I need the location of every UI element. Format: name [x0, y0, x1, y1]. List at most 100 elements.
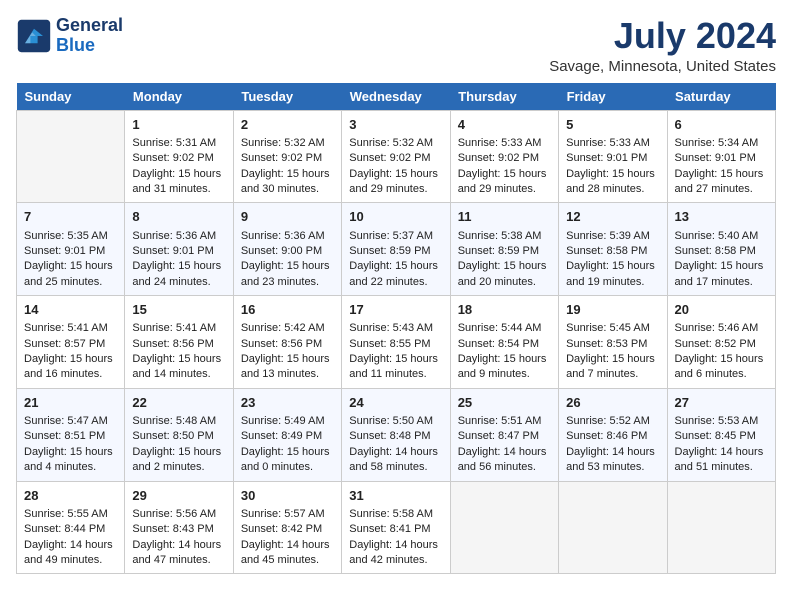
calendar-week-row: 14 Sunrise: 5:41 AMSunset: 8:57 PMDayligh… [17, 296, 776, 389]
day-number: 18 [458, 301, 551, 319]
cell-info: Sunrise: 5:31 AMSunset: 9:02 PMDaylight:… [132, 137, 221, 195]
cell-info: Sunrise: 5:49 AMSunset: 8:49 PMDaylight:… [241, 415, 330, 473]
day-number: 4 [458, 116, 551, 134]
calendar-cell: 12 Sunrise: 5:39 AMSunset: 8:58 PMDayligh… [559, 203, 667, 296]
day-number: 22 [132, 394, 225, 412]
calendar-cell: 13 Sunrise: 5:40 AMSunset: 8:58 PMDayligh… [667, 203, 775, 296]
day-number: 14 [24, 301, 117, 319]
cell-info: Sunrise: 5:33 AMSunset: 9:01 PMDaylight:… [566, 137, 655, 195]
day-number: 8 [132, 208, 225, 226]
logo-icon [16, 18, 52, 54]
calendar-cell: 24 Sunrise: 5:50 AMSunset: 8:48 PMDayligh… [342, 388, 450, 481]
calendar-cell: 11 Sunrise: 5:38 AMSunset: 8:59 PMDayligh… [450, 203, 558, 296]
calendar-cell: 18Sunrise: 5:44 AMSunset: 8:54 PMDayligh… [450, 296, 558, 389]
cell-info: Sunrise: 5:34 AMSunset: 9:01 PMDaylight:… [675, 137, 764, 195]
weekday-header-row: SundayMondayTuesdayWednesdayThursdayFrid… [17, 83, 776, 111]
calendar-cell: 17Sunrise: 5:43 AMSunset: 8:55 PMDayligh… [342, 296, 450, 389]
calendar-cell: 27 Sunrise: 5:53 AMSunset: 8:45 PMDayligh… [667, 388, 775, 481]
cell-info: Sunrise: 5:39 AMSunset: 8:58 PMDaylight:… [566, 230, 655, 288]
day-number: 10 [349, 208, 442, 226]
weekday-header: Tuesday [233, 83, 341, 111]
calendar-cell: 14 Sunrise: 5:41 AMSunset: 8:57 PMDayligh… [17, 296, 125, 389]
calendar-cell: 15 Sunrise: 5:41 AMSunset: 8:56 PMDayligh… [125, 296, 233, 389]
day-number: 28 [24, 487, 117, 505]
cell-info: Sunrise: 5:38 AMSunset: 8:59 PMDaylight:… [458, 230, 547, 288]
logo-text: General Blue [56, 16, 123, 56]
day-number: 13 [675, 208, 768, 226]
day-number: 20 [675, 301, 768, 319]
weekday-header: Monday [125, 83, 233, 111]
cell-info: Sunrise: 5:51 AMSunset: 8:47 PMDaylight:… [458, 415, 547, 473]
day-number: 6 [675, 116, 768, 134]
cell-info: Sunrise: 5:58 AMSunset: 8:41 PMDaylight:… [349, 508, 438, 566]
day-number: 12 [566, 208, 659, 226]
weekday-header: Friday [559, 83, 667, 111]
calendar-cell: 7 Sunrise: 5:35 AMSunset: 9:01 PMDaylight… [17, 203, 125, 296]
calendar-cell: 21Sunrise: 5:47 AMSunset: 8:51 PMDayligh… [17, 388, 125, 481]
calendar-cell [559, 481, 667, 574]
cell-info: Sunrise: 5:57 AMSunset: 8:42 PMDaylight:… [241, 508, 330, 566]
day-number: 24 [349, 394, 442, 412]
calendar-cell: 6 Sunrise: 5:34 AMSunset: 9:01 PMDaylight… [667, 110, 775, 203]
logo: General Blue [16, 16, 123, 56]
calendar-cell: 30 Sunrise: 5:57 AMSunset: 8:42 PMDayligh… [233, 481, 341, 574]
cell-info: Sunrise: 5:36 AMSunset: 9:00 PMDaylight:… [241, 230, 330, 288]
weekday-header: Saturday [667, 83, 775, 111]
calendar-cell: 2Sunrise: 5:32 AMSunset: 9:02 PMDaylight… [233, 110, 341, 203]
calendar-cell [450, 481, 558, 574]
calendar-cell: 25Sunrise: 5:51 AMSunset: 8:47 PMDayligh… [450, 388, 558, 481]
day-number: 2 [241, 116, 334, 134]
day-number: 29 [132, 487, 225, 505]
day-number: 11 [458, 208, 551, 226]
day-number: 16 [241, 301, 334, 319]
cell-info: Sunrise: 5:40 AMSunset: 8:58 PMDaylight:… [675, 230, 764, 288]
title-block: July 2024 Savage, Minnesota, United Stat… [549, 16, 776, 75]
cell-info: Sunrise: 5:37 AMSunset: 8:59 PMDaylight:… [349, 230, 438, 288]
cell-info: Sunrise: 5:36 AMSunset: 9:01 PMDaylight:… [132, 230, 221, 288]
cell-info: Sunrise: 5:42 AMSunset: 8:56 PMDaylight:… [241, 322, 330, 380]
calendar-week-row: 21Sunrise: 5:47 AMSunset: 8:51 PMDayligh… [17, 388, 776, 481]
cell-info: Sunrise: 5:41 AMSunset: 8:57 PMDaylight:… [24, 322, 113, 380]
day-number: 7 [24, 208, 117, 226]
calendar-cell: 31 Sunrise: 5:58 AMSunset: 8:41 PMDayligh… [342, 481, 450, 574]
day-number: 30 [241, 487, 334, 505]
location-text: Savage, Minnesota, United States [549, 58, 776, 75]
cell-info: Sunrise: 5:33 AMSunset: 9:02 PMDaylight:… [458, 137, 547, 195]
calendar-cell: 19Sunrise: 5:45 AMSunset: 8:53 PMDayligh… [559, 296, 667, 389]
weekday-header: Wednesday [342, 83, 450, 111]
page-header: General Blue July 2024 Savage, Minnesota… [16, 16, 776, 75]
calendar-cell: 3Sunrise: 5:32 AMSunset: 9:02 PMDaylight… [342, 110, 450, 203]
cell-info: Sunrise: 5:41 AMSunset: 8:56 PMDaylight:… [132, 322, 221, 380]
calendar-cell: 16 Sunrise: 5:42 AMSunset: 8:56 PMDayligh… [233, 296, 341, 389]
day-number: 5 [566, 116, 659, 134]
day-number: 23 [241, 394, 334, 412]
calendar-cell: 8 Sunrise: 5:36 AMSunset: 9:01 PMDaylight… [125, 203, 233, 296]
calendar-cell: 20 Sunrise: 5:46 AMSunset: 8:52 PMDayligh… [667, 296, 775, 389]
cell-info: Sunrise: 5:53 AMSunset: 8:45 PMDaylight:… [675, 415, 764, 473]
calendar-week-row: 1 Sunrise: 5:31 AMSunset: 9:02 PMDaylight… [17, 110, 776, 203]
calendar-cell: 9 Sunrise: 5:36 AMSunset: 9:00 PMDaylight… [233, 203, 341, 296]
day-number: 27 [675, 394, 768, 412]
day-number: 19 [566, 301, 659, 319]
day-number: 31 [349, 487, 442, 505]
calendar-cell: 23 Sunrise: 5:49 AMSunset: 8:49 PMDayligh… [233, 388, 341, 481]
cell-info: Sunrise: 5:50 AMSunset: 8:48 PMDaylight:… [349, 415, 438, 473]
month-title: July 2024 [549, 16, 776, 56]
cell-info: Sunrise: 5:46 AMSunset: 8:52 PMDaylight:… [675, 322, 764, 380]
calendar-cell: 29Sunrise: 5:56 AMSunset: 8:43 PMDayligh… [125, 481, 233, 574]
day-number: 26 [566, 394, 659, 412]
day-number: 21 [24, 394, 117, 412]
weekday-header: Sunday [17, 83, 125, 111]
day-number: 15 [132, 301, 225, 319]
day-number: 1 [132, 116, 225, 134]
calendar-cell: 4 Sunrise: 5:33 AMSunset: 9:02 PMDaylight… [450, 110, 558, 203]
calendar-cell [667, 481, 775, 574]
cell-info: Sunrise: 5:48 AMSunset: 8:50 PMDaylight:… [132, 415, 221, 473]
day-number: 9 [241, 208, 334, 226]
calendar-cell [17, 110, 125, 203]
calendar-week-row: 7 Sunrise: 5:35 AMSunset: 9:01 PMDaylight… [17, 203, 776, 296]
day-number: 3 [349, 116, 442, 134]
calendar-cell: 28Sunrise: 5:55 AMSunset: 8:44 PMDayligh… [17, 481, 125, 574]
weekday-header: Thursday [450, 83, 558, 111]
cell-info: Sunrise: 5:35 AMSunset: 9:01 PMDaylight:… [24, 230, 113, 288]
